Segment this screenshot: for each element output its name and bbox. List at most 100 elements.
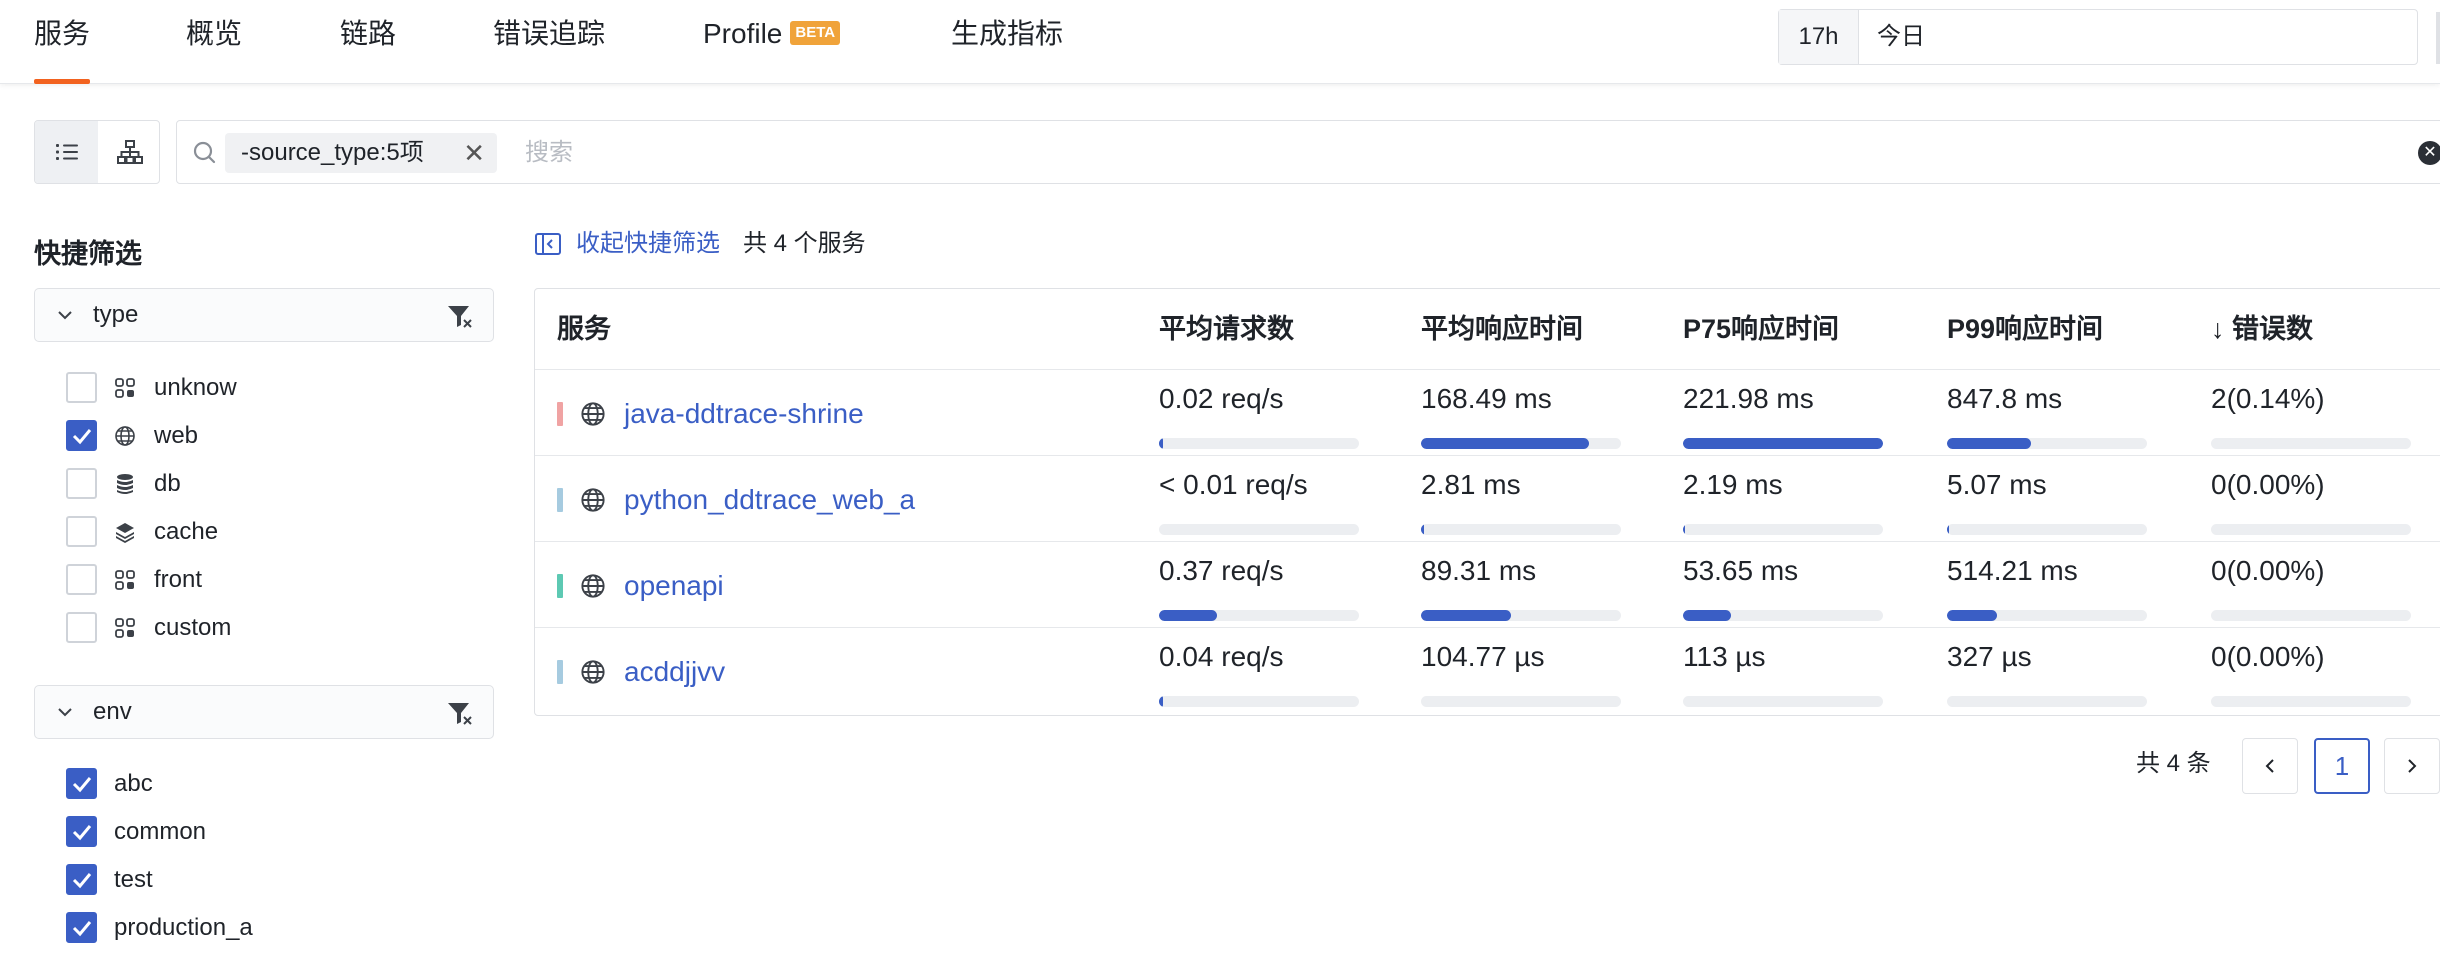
grid-icon <box>115 618 135 638</box>
cell-errors: 0(0.00%) <box>2211 638 2421 707</box>
search-input[interactable] <box>523 133 2023 173</box>
table-row[interactable]: openapi 0.37 req/s 89.31 ms 53.65 ms 514.21 … <box>535 541 2440 627</box>
facet-option-label: custom <box>154 614 232 641</box>
tab-generate-metrics[interactable]: 生成指标 <box>951 0 1063 84</box>
metric-bar-track <box>1947 610 2147 621</box>
metric-bar-track <box>1159 696 1359 707</box>
metric-bar-track <box>1421 610 1621 621</box>
checkbox-checked[interactable] <box>66 816 97 847</box>
checkbox-checked[interactable] <box>66 420 97 451</box>
time-range-prefix: 17h <box>1779 10 1859 64</box>
tab-error-tracking[interactable]: 错误追踪 <box>493 0 605 84</box>
topology-icon <box>116 140 143 164</box>
metric-value: 2.19 ms <box>1683 469 1783 500</box>
column-header-service[interactable]: 服务 <box>557 289 611 369</box>
cell-avg-response: 168.49 ms <box>1421 380 1631 449</box>
tab-services[interactable]: 服务 <box>34 0 91 84</box>
clear-search-icon[interactable]: ✕ <box>2418 141 2440 165</box>
metric-value: < 0.01 req/s <box>1159 469 1308 500</box>
globe-icon <box>581 574 605 598</box>
cell-p99: 514.21 ms <box>1947 552 2157 621</box>
topology-view-button[interactable] <box>98 121 159 183</box>
collapse-label: 收起快捷筛选 <box>576 230 720 257</box>
metric-bar-track <box>2211 696 2411 707</box>
cell-avg-requests: 0.02 req/s <box>1159 380 1369 449</box>
facet-option-label: abc <box>114 770 153 797</box>
tab-label: 错误追踪 <box>493 18 606 49</box>
service-name-link[interactable]: openapi <box>624 568 724 604</box>
metric-bar-fill <box>1947 438 2031 449</box>
view-toggle <box>34 120 160 184</box>
facet-option-label: test <box>114 866 153 893</box>
tab-label: 概览 <box>186 18 243 49</box>
metric-value: 113 µs <box>1683 641 1766 672</box>
column-header-avg-requests[interactable]: 平均请求数 <box>1159 289 1294 369</box>
table-row[interactable]: acddjjvv 0.04 req/s 104.77 µs 113 µs 327 µs 0… <box>535 627 2440 713</box>
metric-bar-fill <box>1421 524 1424 535</box>
checkbox[interactable] <box>66 564 97 595</box>
checkbox-checked[interactable] <box>66 864 97 895</box>
time-range-picker[interactable]: 17h 今日 <box>1778 9 2418 65</box>
metric-value: 221.98 ms <box>1683 383 1814 414</box>
service-name-link[interactable]: python_ddtrace_web_a <box>624 482 915 518</box>
cell-avg-requests: 0.04 req/s <box>1159 638 1369 707</box>
cell-p99: 5.07 ms <box>1947 466 2157 535</box>
metric-bar-fill <box>1683 610 1731 621</box>
checkbox[interactable] <box>66 612 97 643</box>
metric-bar-track <box>1683 524 1883 535</box>
metric-bar-fill <box>1947 610 1997 621</box>
next-control-edge <box>2436 12 2440 64</box>
database-icon <box>117 474 133 494</box>
metric-bar-fill <box>1159 438 1163 449</box>
column-header-p75[interactable]: P75响应时间 <box>1683 289 1839 369</box>
column-header-avg-response[interactable]: 平均响应时间 <box>1421 289 1583 369</box>
layers-icon <box>116 523 134 543</box>
cell-p99: 847.8 ms <box>1947 380 2157 449</box>
prev-page-button[interactable] <box>2242 738 2298 794</box>
checkbox[interactable] <box>66 516 97 547</box>
service-name-link[interactable]: java-ddtrace-shrine <box>624 396 864 432</box>
grid-icon <box>115 570 135 590</box>
page-button-1[interactable]: 1 <box>2314 738 2370 794</box>
checkbox-checked[interactable] <box>66 912 97 943</box>
metric-value: 53.65 ms <box>1683 555 1799 586</box>
facet-header-env[interactable]: env <box>34 685 494 739</box>
table-row[interactable]: python_ddtrace_web_a < 0.01 req/s 2.81 ms 2… <box>535 455 2440 541</box>
tab-overview[interactable]: 概览 <box>186 0 242 84</box>
list-view-button[interactable] <box>35 121 98 183</box>
facet-option-label: cache <box>154 518 219 545</box>
tab-label: 链路 <box>340 18 397 49</box>
metric-value: 168.49 ms <box>1421 383 1552 414</box>
globe-icon <box>581 402 605 426</box>
quick-filter-title: 快捷筛选 <box>34 239 142 269</box>
service-color-marker <box>557 574 563 598</box>
tab-traces[interactable]: 链路 <box>340 0 396 84</box>
metric-bar-fill <box>1683 438 1883 449</box>
metric-value: 0.04 req/s <box>1159 641 1284 672</box>
metric-bar-fill <box>1421 610 1511 621</box>
metric-value: 104.77 µs <box>1421 641 1545 672</box>
next-page-button[interactable] <box>2384 738 2440 794</box>
cell-errors: 0(0.00%) <box>2211 466 2421 535</box>
table-row[interactable]: java-ddtrace-shrine 0.02 req/s 168.49 ms 22… <box>535 369 2440 455</box>
metric-bar-track <box>2211 610 2411 621</box>
facet-header-type[interactable]: type <box>34 288 494 342</box>
clear-filter-icon[interactable] <box>445 301 475 331</box>
cell-errors: 2(0.14%) <box>2211 380 2421 449</box>
close-icon[interactable]: ✕ <box>463 133 485 173</box>
metric-value: 847.8 ms <box>1947 383 2063 414</box>
globe-icon <box>581 660 605 684</box>
metric-value: 2(0.14%) <box>2211 383 2325 414</box>
column-header-p99[interactable]: P99响应时间 <box>1947 289 2103 369</box>
cell-p75: 113 µs <box>1683 638 1893 707</box>
tab-profile[interactable]: Profile BETA <box>703 0 841 84</box>
checkbox[interactable] <box>66 468 97 499</box>
checkbox-checked[interactable] <box>66 768 97 799</box>
time-range-value: 今日 <box>1877 23 1925 50</box>
column-header-errors[interactable]: ↓ 错误数 <box>2211 289 2313 369</box>
checkbox[interactable] <box>66 372 97 403</box>
clear-filter-icon[interactable] <box>445 698 475 728</box>
service-name-link[interactable]: acddjjvv <box>624 654 725 690</box>
filter-chip[interactable]: -source_type:5项 ✕ <box>225 133 497 173</box>
metric-bar-fill <box>1159 610 1217 621</box>
